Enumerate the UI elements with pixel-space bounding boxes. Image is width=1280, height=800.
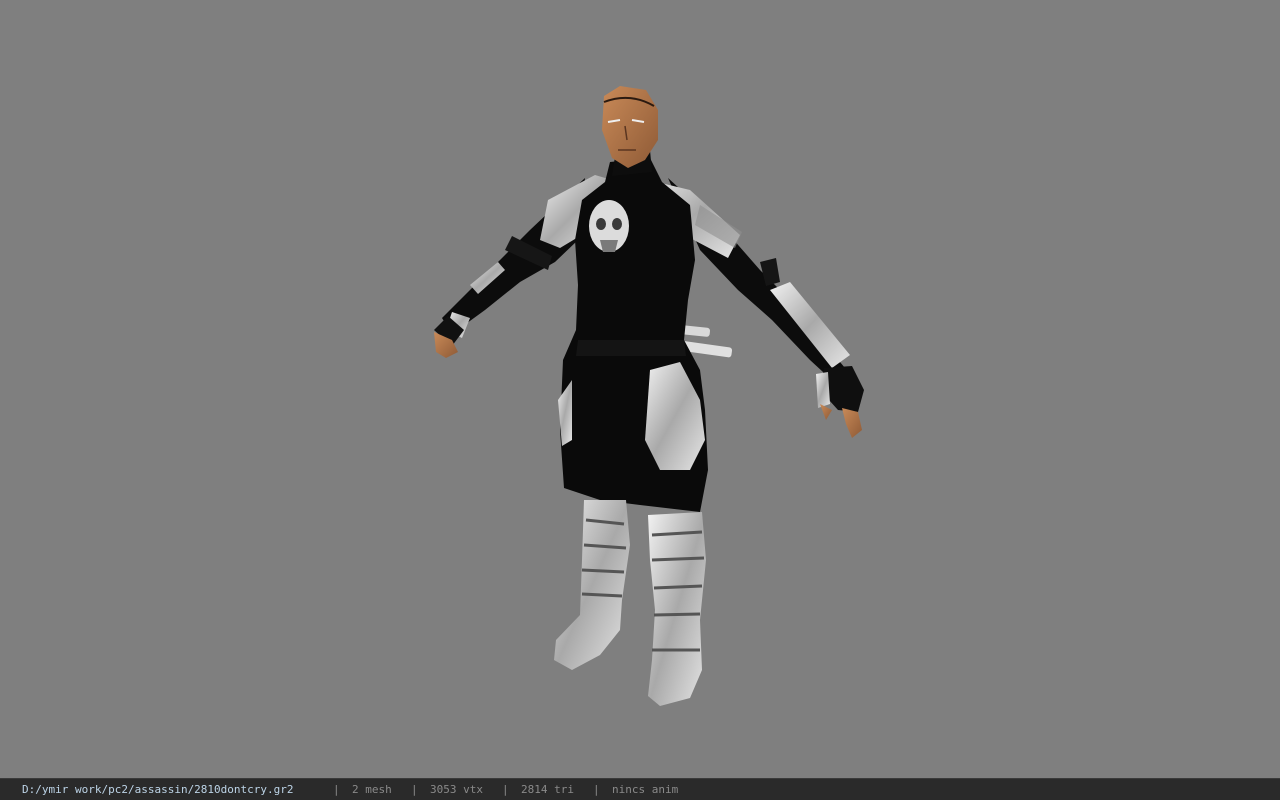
mesh-count: 2 mesh	[352, 783, 392, 796]
separator: |	[593, 783, 600, 796]
file-path: D:/ymir work/pc2/assassin/2810dontcry.gr…	[22, 783, 294, 796]
left-boot	[554, 500, 630, 670]
character-model[interactable]	[0, 0, 1280, 778]
status-bar: D:/ymir work/pc2/assassin/2810dontcry.gr…	[0, 778, 1280, 800]
separator: |	[411, 783, 418, 796]
3d-viewport[interactable]	[0, 0, 1280, 778]
animation-status: nincs anim	[612, 783, 679, 796]
separator: |	[502, 783, 509, 796]
skull-emblem	[589, 200, 629, 252]
triangle-count: 2814 tri	[521, 783, 574, 796]
separator: |	[333, 783, 340, 796]
right-boot	[648, 512, 706, 706]
vertex-count: 3053 vtx	[430, 783, 483, 796]
